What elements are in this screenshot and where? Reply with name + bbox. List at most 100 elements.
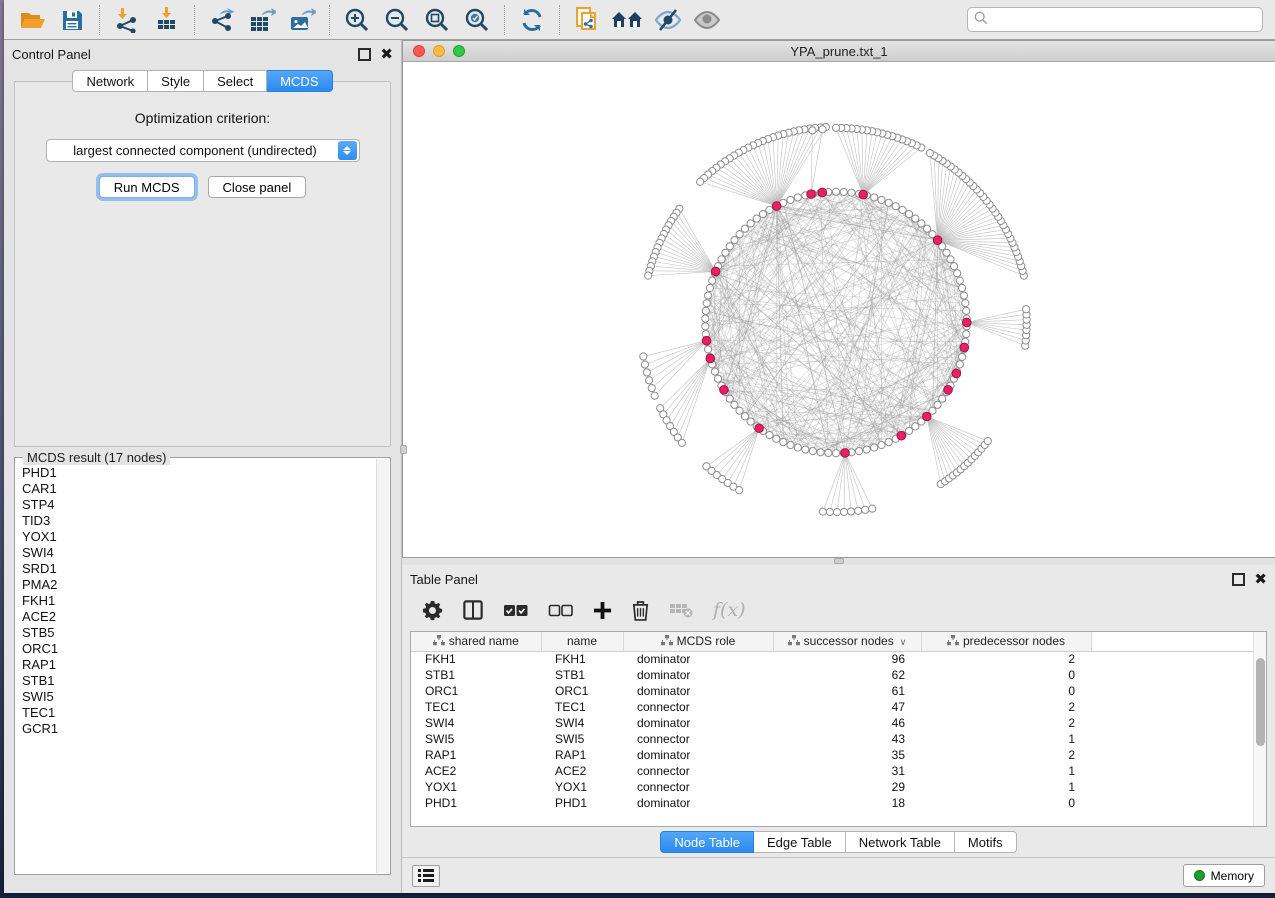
network-node[interactable] [871, 194, 878, 201]
network-node[interactable] [878, 441, 885, 448]
show-all-button[interactable] [687, 3, 727, 37]
network-node[interactable] [726, 395, 733, 402]
network-node[interactable] [809, 127, 816, 134]
network-node[interactable] [956, 277, 963, 284]
table-scrollbar-thumb[interactable] [1256, 658, 1265, 746]
splitter-grip[interactable] [400, 445, 407, 454]
network-node[interactable] [787, 441, 794, 448]
close-icon[interactable]: ✖ [380, 48, 393, 61]
hide-selected-button[interactable] [647, 3, 687, 37]
mcds-result-item[interactable]: ACE2 [22, 609, 376, 625]
network-node[interactable] [934, 401, 941, 408]
network-node[interactable] [912, 215, 919, 222]
network-node[interactable] [648, 384, 655, 391]
column-header-successor-nodes[interactable]: successor nodes∨ [773, 632, 921, 651]
save-session-button[interactable] [52, 3, 92, 37]
network-node[interactable] [809, 448, 816, 455]
tab-style[interactable]: Style [148, 70, 204, 92]
float-icon[interactable] [358, 48, 371, 61]
network-node[interactable] [819, 508, 826, 515]
network-node[interactable] [840, 188, 847, 195]
network-node[interactable] [709, 277, 716, 284]
close-panel-button[interactable]: Close panel [208, 176, 307, 198]
network-node[interactable] [718, 256, 725, 263]
network-node[interactable] [905, 210, 912, 217]
network-node[interactable] [862, 506, 869, 513]
deselect-all-columns-button[interactable] [548, 597, 573, 623]
table-row[interactable]: RAP1RAP1dominator352 [411, 747, 1253, 763]
import-network-button[interactable] [107, 3, 147, 37]
network-node[interactable] [832, 188, 839, 195]
mcds-result-item[interactable]: CAR1 [22, 481, 376, 497]
network-node[interactable] [703, 300, 710, 307]
mcds-list-scrollbar[interactable] [376, 459, 389, 873]
network-node[interactable] [731, 237, 738, 244]
zoom-out-button[interactable] [377, 3, 417, 37]
network-node[interactable] [939, 395, 946, 402]
network-node[interactable] [871, 444, 878, 451]
network-node[interactable] [912, 423, 919, 430]
network-node[interactable] [856, 448, 863, 455]
run-mcds-button[interactable]: Run MCDS [99, 176, 195, 198]
mcds-hub-node[interactable] [720, 386, 729, 395]
network-node[interactable] [641, 361, 648, 368]
network-node[interactable] [848, 189, 855, 196]
network-canvas[interactable] [403, 62, 1269, 557]
network-node[interactable] [855, 507, 862, 514]
network-node[interactable] [892, 203, 899, 210]
network-node[interactable] [726, 243, 733, 250]
zoom-selected-button[interactable] [457, 3, 497, 37]
network-node[interactable] [954, 270, 961, 277]
export-image-button[interactable] [282, 3, 322, 37]
network-node[interactable] [848, 508, 855, 515]
network-node[interactable] [825, 449, 832, 456]
network-node[interactable] [885, 439, 892, 446]
mcds-result-item[interactable]: STP4 [22, 497, 376, 513]
table-row[interactable]: SWI5SWI5connector431 [411, 731, 1253, 747]
network-node[interactable] [878, 196, 885, 203]
refresh-layout-button[interactable] [512, 3, 552, 37]
mcds-result-item[interactable]: SWI5 [22, 689, 376, 705]
table-row[interactable]: YOX1YOX1connector291 [411, 779, 1253, 795]
network-node[interactable] [950, 263, 957, 270]
network-node[interactable] [819, 126, 826, 133]
mcds-result-item[interactable]: SRD1 [22, 561, 376, 577]
network-node[interactable] [697, 178, 704, 185]
table-row[interactable]: SWI4SWI4dominator462 [411, 715, 1253, 731]
column-header-predecessor-nodes[interactable]: predecessor nodes [921, 632, 1091, 651]
network-node[interactable] [706, 284, 713, 291]
network-node[interactable] [722, 249, 729, 256]
table-row[interactable]: ORC1ORC1dominator610 [411, 683, 1253, 699]
network-node[interactable] [802, 446, 809, 453]
delete-column-button[interactable] [632, 597, 649, 623]
network-node[interactable] [918, 220, 925, 227]
memory-button[interactable]: Memory [1183, 864, 1265, 887]
table-row[interactable]: STB1STB1dominator620 [411, 667, 1253, 683]
mcds-result-item[interactable]: STB5 [22, 625, 376, 641]
mcds-hub-node[interactable] [841, 449, 850, 458]
network-node[interactable] [947, 256, 954, 263]
network-node[interactable] [923, 225, 930, 232]
network-node[interactable] [704, 346, 711, 353]
network-node[interactable] [643, 369, 650, 376]
table-row[interactable]: TEC1TEC1connector472 [411, 699, 1253, 715]
mcds-result-item[interactable]: PHD1 [22, 465, 376, 481]
close-icon[interactable]: ✖ [1254, 573, 1267, 586]
mcds-result-item[interactable]: RAP1 [22, 657, 376, 673]
mcds-hub-node[interactable] [807, 190, 816, 199]
network-node[interactable] [956, 361, 963, 368]
network-node[interactable] [959, 284, 966, 291]
network-node[interactable] [833, 508, 840, 515]
network-node[interactable] [678, 439, 685, 446]
mcds-hub-node[interactable] [933, 236, 942, 245]
network-node[interactable] [640, 353, 647, 360]
network-node[interactable] [905, 427, 912, 434]
mcds-hub-node[interactable] [772, 202, 781, 211]
table-scrollbar[interactable] [1253, 632, 1266, 826]
mcds-hub-node[interactable] [818, 188, 827, 197]
tab-edge-table[interactable]: Edge Table [754, 831, 846, 853]
network-node[interactable] [826, 508, 833, 515]
zoom-in-button[interactable] [337, 3, 377, 37]
network-node[interactable] [759, 210, 766, 217]
network-node[interactable] [736, 407, 743, 414]
